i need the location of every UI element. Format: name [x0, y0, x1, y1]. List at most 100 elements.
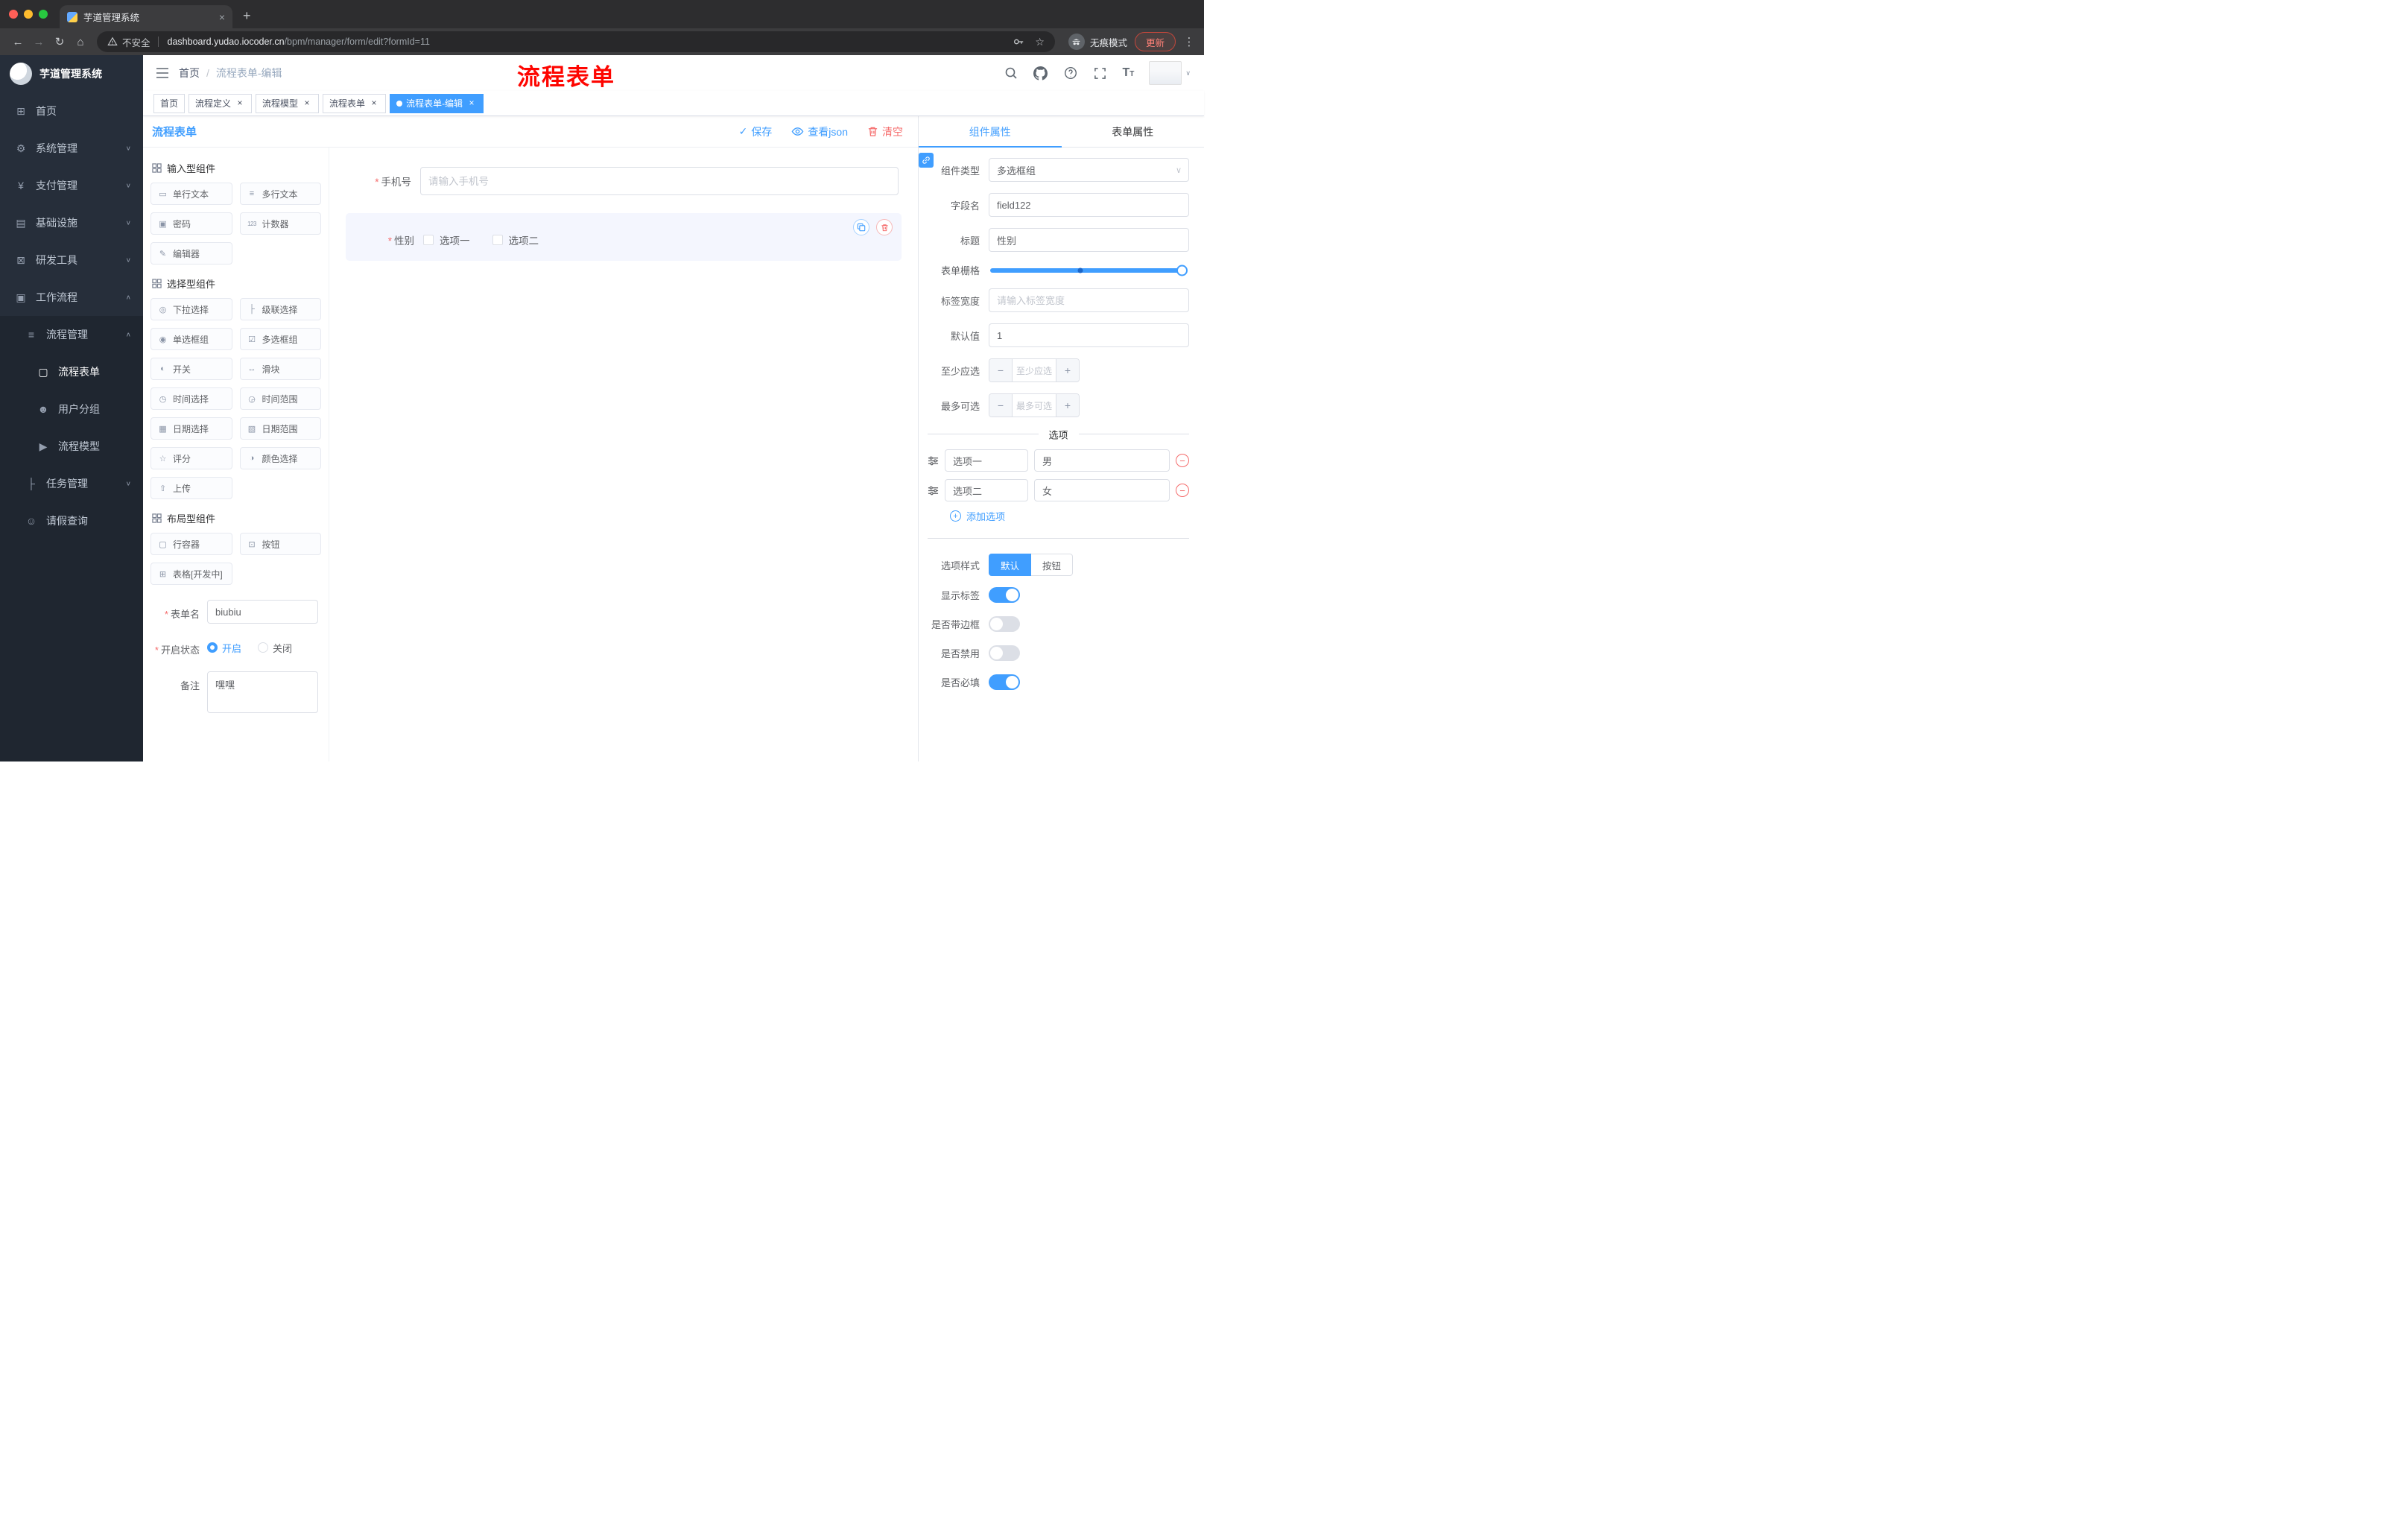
forward-button[interactable]: → [28, 36, 49, 48]
fullscreen-icon[interactable] [1093, 66, 1108, 80]
tag-close-icon[interactable]: × [302, 98, 312, 109]
title-input[interactable] [989, 228, 1189, 252]
sidebar-item-devtools[interactable]: ⊠ 研发工具 ∨ [0, 241, 143, 279]
window-close-button[interactable] [9, 10, 18, 19]
view-json-button[interactable]: 查看json [791, 124, 848, 139]
palette-item-cascader[interactable]: ├ 级联选择 [239, 298, 321, 320]
increase-button[interactable]: + [1056, 359, 1079, 381]
phone-field-row[interactable]: 手机号 [346, 161, 902, 201]
palette-item-row-container[interactable]: ▢ 行容器 [150, 533, 232, 555]
sidebar-item-task-mgmt[interactable]: ├ 任务管理 ∨ [0, 465, 143, 502]
sidebar-item-infrastructure[interactable]: ▤ 基础设施 ∨ [0, 204, 143, 241]
style-default-button[interactable]: 默认 [989, 554, 1032, 576]
tag-close-icon[interactable]: × [235, 98, 245, 109]
palette-item-counter[interactable]: 123 计数器 [239, 212, 321, 235]
delete-component-button[interactable] [876, 219, 893, 235]
palette-item-time-range[interactable]: ◶ 时间范围 [239, 387, 321, 410]
address-bar[interactable]: 不安全 dashboard.yudao.iocoder.cn /bpm/mana… [97, 31, 1055, 52]
option-name-input[interactable] [945, 449, 1028, 472]
sidebar-item-leave-query[interactable]: ☺ 请假查询 [0, 502, 143, 539]
palette-item-time-picker[interactable]: ◷ 时间选择 [150, 387, 232, 410]
github-icon[interactable] [1033, 66, 1048, 80]
component-type-select[interactable]: 多选框组 ∨ [989, 158, 1189, 182]
password-key-icon[interactable] [1013, 36, 1024, 48]
form-name-input[interactable] [207, 600, 318, 624]
home-button[interactable]: ⌂ [70, 36, 91, 48]
style-button-button[interactable]: 按钮 [1031, 554, 1074, 576]
palette-item-password[interactable]: ▣ 密码 [150, 212, 232, 235]
slider-handle[interactable] [1176, 265, 1188, 276]
increase-button[interactable]: + [1056, 394, 1079, 417]
palette-item-slider[interactable]: ↔ 滑块 [239, 358, 321, 380]
tab-component-props[interactable]: 组件属性 [919, 116, 1062, 148]
form-remark-textarea[interactable]: 嘿嘿 [207, 671, 318, 713]
palette-item-single-line-text[interactable]: ▭ 单行文本 [150, 183, 232, 205]
security-warning-icon[interactable] [107, 37, 118, 47]
bookmark-star-icon[interactable]: ☆ [1035, 36, 1045, 48]
decrease-button[interactable]: − [989, 394, 1012, 417]
font-size-icon[interactable]: TT [1123, 67, 1135, 79]
window-minimize-button[interactable] [24, 10, 33, 19]
palette-item-radio-group[interactable]: ◉ 单选框组 [150, 328, 232, 350]
palette-item-switch[interactable]: ◐ 开关 [150, 358, 232, 380]
option-name-input[interactable] [945, 479, 1028, 501]
sidebar-item-home[interactable]: ⊞ 首页 [0, 92, 143, 130]
phone-input[interactable] [420, 167, 899, 195]
copy-component-button[interactable] [853, 219, 869, 235]
show-label-switch[interactable] [989, 587, 1020, 603]
palette-item-select[interactable]: ◎ 下拉选择 [150, 298, 232, 320]
back-button[interactable]: ← [7, 36, 28, 48]
remove-option-button[interactable]: − [1176, 484, 1189, 497]
tag-home[interactable]: 首页 [153, 93, 186, 113]
sidebar-item-process-form[interactable]: ▢ 流程表单 [0, 353, 143, 390]
sidebar-item-process-mgmt[interactable]: ≡ 流程管理 ∧ [0, 316, 143, 353]
palette-item-editor[interactable]: ✎ 编辑器 [150, 242, 232, 265]
sidebar-item-system[interactable]: ⚙ 系统管理 ∨ [0, 130, 143, 167]
required-switch[interactable] [989, 674, 1020, 690]
app-logo[interactable]: 芋道管理系统 [0, 55, 143, 92]
remove-option-button[interactable]: − [1176, 454, 1189, 467]
default-value-input[interactable] [989, 323, 1189, 347]
tag-process-model[interactable]: 流程模型 × [256, 93, 320, 113]
sidebar-item-workflow[interactable]: ▣ 工作流程 ∧ [0, 279, 143, 316]
add-option-button[interactable]: + 添加选项 [950, 509, 1189, 523]
tag-process-definition[interactable]: 流程定义 × [188, 93, 253, 113]
tag-process-form[interactable]: 流程表单 × [323, 93, 387, 113]
tab-form-props[interactable]: 表单属性 [1062, 116, 1205, 147]
user-avatar-menu[interactable]: ∨ [1149, 61, 1191, 85]
tag-process-form-edit[interactable]: 流程表单-编辑 × [390, 93, 484, 113]
selected-component-gender[interactable]: 性别 选项一 选项二 [346, 213, 902, 261]
browser-tab[interactable]: 芋道管理系统 × [60, 5, 232, 28]
palette-item-upload[interactable]: ⇧ 上传 [150, 477, 232, 499]
reload-button[interactable]: ↻ [49, 35, 70, 48]
clear-button[interactable]: 清空 [867, 124, 903, 139]
palette-item-date-picker[interactable]: ▦ 日期选择 [150, 417, 232, 440]
palette-item-table[interactable]: ⊞ 表格[开发中] [150, 563, 232, 585]
chrome-update-button[interactable]: 更新 [1134, 32, 1176, 51]
tab-close-icon[interactable]: × [219, 11, 225, 23]
form-grid-slider[interactable] [990, 265, 1188, 276]
palette-item-checkbox-group[interactable]: ☑ 多选框组 [239, 328, 321, 350]
disabled-switch[interactable] [989, 645, 1020, 661]
link-icon[interactable] [919, 153, 934, 168]
sidebar-collapse-icon[interactable] [149, 60, 176, 86]
window-zoom-button[interactable] [39, 10, 48, 19]
max-select-value[interactable]: 最多可选 [1012, 394, 1056, 417]
help-icon[interactable] [1063, 66, 1078, 80]
palette-item-rate[interactable]: ☆ 评分 [150, 447, 232, 469]
palette-item-color-picker[interactable]: ◑ 颜色选择 [239, 447, 321, 469]
drag-handle-icon[interactable] [928, 485, 939, 496]
min-select-value[interactable]: 至少应选 [1012, 359, 1056, 381]
tag-close-icon[interactable]: × [369, 98, 379, 109]
sidebar-item-process-model[interactable]: ▶ 流程模型 [0, 428, 143, 465]
palette-item-multi-line-text[interactable]: ≡ 多行文本 [239, 183, 321, 205]
field-name-input[interactable] [989, 193, 1189, 217]
option-value-input[interactable] [1034, 479, 1170, 501]
sidebar-item-user-group[interactable]: ☻ 用户分组 [0, 390, 143, 428]
option-value-input[interactable] [1034, 449, 1170, 472]
breadcrumb-home[interactable]: 首页 [179, 66, 200, 80]
form-canvas[interactable]: 手机号 [329, 148, 918, 762]
label-width-input[interactable] [989, 288, 1189, 312]
new-tab-button[interactable]: + [243, 8, 251, 24]
drag-handle-icon[interactable] [928, 455, 939, 466]
